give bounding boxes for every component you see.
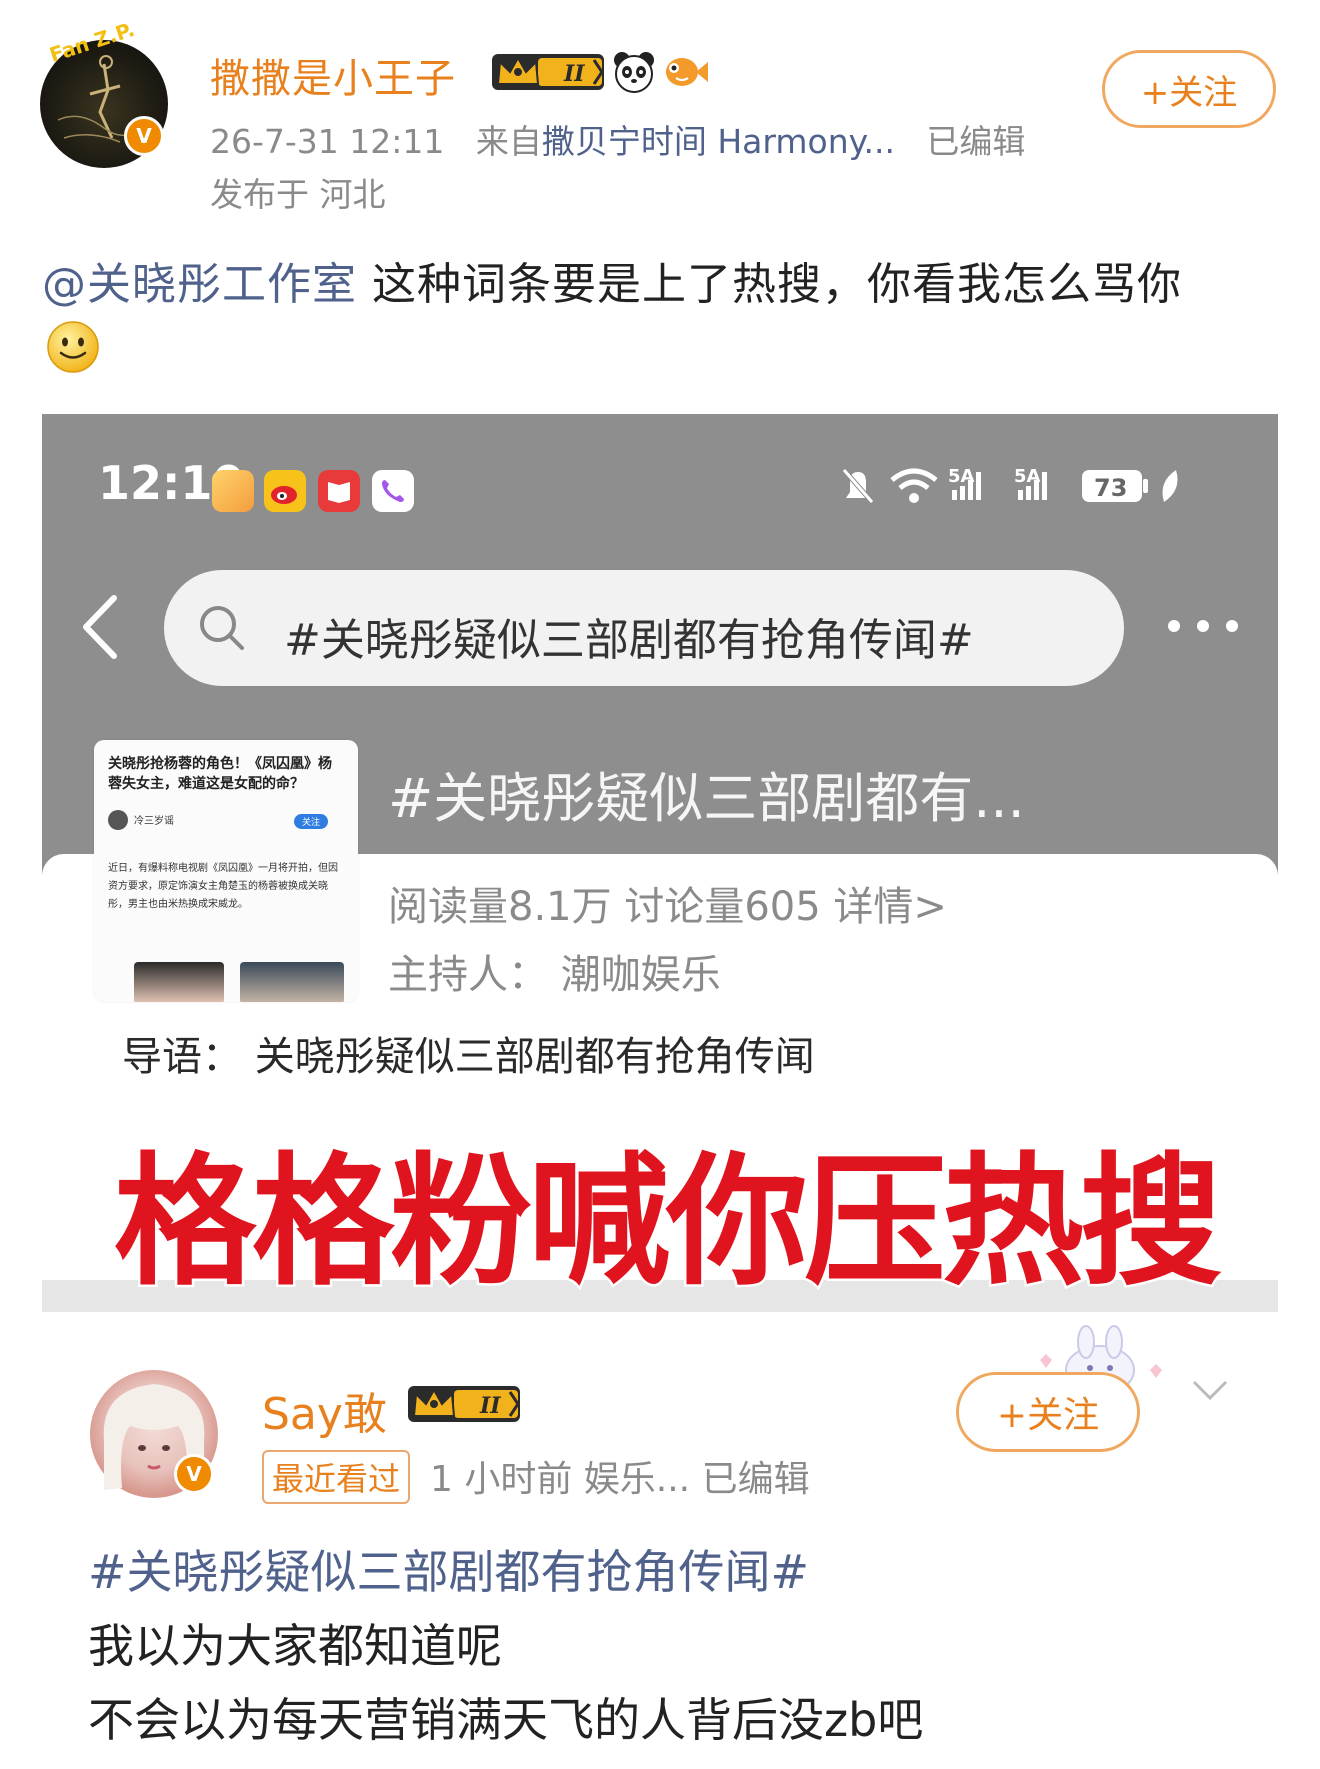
author-avatar[interactable]: Fan Z.P. V [40,17,168,168]
back-arrow-icon[interactable] [80,594,120,660]
post-timestamp: 26-7-31 12:11 [210,122,445,161]
search-query[interactable]: #关晓彤疑似三部剧都有抢角传闻# [284,604,974,668]
thumbnail-author: 冷三岁谣 [134,816,174,827]
overlay-caption: 格格粉喊你压热搜 [56,1106,1276,1312]
fish-icon [666,58,708,86]
thumbnail-photo-1 [134,962,224,1002]
author-name[interactable]: 撒撒是小王子 [210,46,456,104]
thumbnail-photo-2 [240,962,344,1002]
recently-viewed-tag: 最近看过 [262,1450,411,1504]
verified-badge-icon: V [124,116,164,156]
battery-level: 73 [1094,474,1127,502]
mention-link[interactable]: @关晓彤工作室 [42,259,357,310]
post-body-text: 这种词条要是上了热搜，你看我怎么骂你 [357,259,1182,310]
topic-guide: 导语： 关晓彤疑似三部剧都有抢角传闻 [122,1034,815,1080]
wifi-icon [890,468,938,503]
more-options-icon[interactable] [1164,614,1242,638]
search-bar[interactable]: #关晓彤疑似三部剧都有抢角传闻# [164,570,1124,686]
thumbnail-headline: 关晓彤抢杨蓉的角色！《凤囚凰》杨蓉失女主，难道这是女配的命？ [108,756,332,792]
edited-label[interactable]: 已编辑 [926,122,1025,161]
follow-button[interactable]: +关注 [1102,50,1276,128]
quoted-post-line-1: 我以为大家都知道呢 [88,1619,502,1673]
panda-icon [614,52,654,93]
search-icon [200,606,244,650]
topic-stats[interactable]: 阅读量8.1万 讨论量605 详情> [388,874,947,932]
member-crown-badge-icon: II [492,54,604,90]
phone-app-icon [372,470,414,512]
app-notification-icon [212,470,254,512]
embedded-screenshot[interactable]: 12:10 5A 5A 73 #关晓彤疑似三部剧都有抢角传闻# #关晓彤疑似三部… [42,414,1278,1312]
book-app-icon [318,470,360,512]
post-source[interactable]: 撒贝宁时间 Harmony... [542,122,895,161]
thumbnail-avatar [108,810,128,830]
chevron-down-icon[interactable] [1190,1376,1230,1406]
quoted-member-level: II [479,1393,501,1419]
weibo-icon [264,470,306,512]
source-prefix: 来自 [475,122,542,161]
quoted-author-avatar[interactable]: V [90,1370,218,1498]
status-bar-icons: 5A 5A 73 [842,466,1178,504]
post-meta: 26-7-31 12:11 来自撒贝宁时间 Harmony... 已编辑 [210,115,1025,163]
quoted-post-meta: 1 小时前 娱乐... 已编辑 [430,1459,810,1500]
member-level: II [563,61,585,87]
quoted-verified-badge-icon: V [174,1454,214,1494]
quoted-topic-link[interactable]: #关晓彤疑似三部剧都有抢角传闻# [88,1536,809,1602]
quoted-member-crown-badge-icon: II [408,1386,520,1422]
topic-host: 主持人： 潮咖娱乐 [388,952,721,998]
post-body: @关晓彤工作室 这种词条要是上了热搜，你看我怎么骂你 [42,248,1182,312]
mute-bell-icon [842,468,874,504]
quoted-post-line-2: 不会以为每天营销满天飞的人背后没zb吧 [88,1693,924,1747]
thumbnail-body: 近日，有爆料称电视剧《凤囚凰》一月将开拍，但因资方要求，原定饰演女主角楚玉的杨蓉… [108,863,338,910]
post-location: 发布于 河北 [210,175,386,214]
thumbnail-follow: 关注 [294,814,329,829]
battery-icon: 73 [1082,470,1148,502]
eco-leaf-icon [1162,470,1178,502]
overlay-caption-text: 格格粉喊你压热搜 [112,1138,1225,1308]
smile-emoji-icon [47,321,99,373]
quoted-author-name[interactable]: Say敢 [262,1378,387,1442]
topic-title: #关晓彤疑似三部剧都有... [388,767,1025,830]
quoted-follow-button[interactable]: +关注 [956,1372,1140,1452]
topic-thumbnail[interactable]: 关晓彤抢杨蓉的角色！《凤囚凰》杨蓉失女主，难道这是女配的命？ 冷三岁谣 关注 近… [94,740,358,1002]
